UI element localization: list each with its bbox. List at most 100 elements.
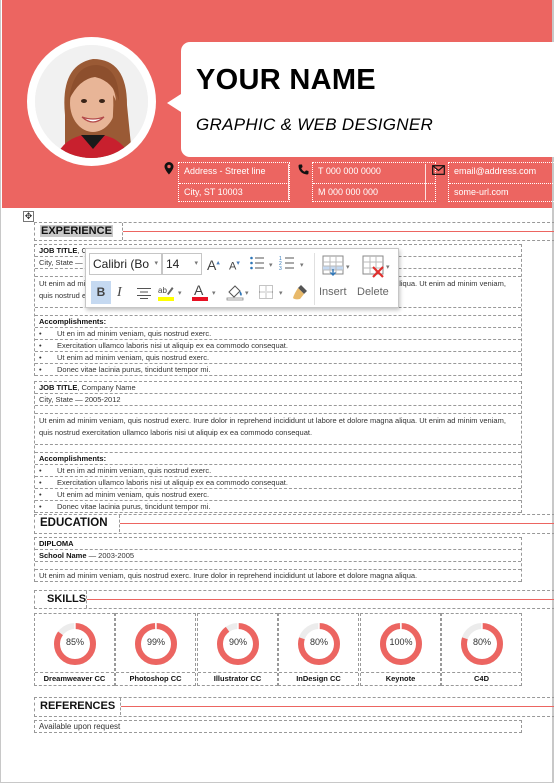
accomplishment-item[interactable]: • Ut en im ad minim veniam, quis nostrud … bbox=[35, 328, 521, 340]
accomplishment-item[interactable]: • Exercitation ullamco laboris nisi ut al… bbox=[35, 477, 521, 489]
chevron-down-icon[interactable]: ▾ bbox=[245, 289, 249, 297]
accomplishment-text: Ut en im ad minim veniam, quis nostrud e… bbox=[57, 329, 212, 338]
education-heading[interactable]: EDUCATION bbox=[35, 515, 120, 532]
degree: DIPLOMA bbox=[39, 539, 74, 548]
email-box[interactable]: email@address.com some-url.com bbox=[448, 162, 554, 202]
font-name-dropdown[interactable]: Calibri (Bo ▾ bbox=[89, 253, 162, 275]
bold-button[interactable]: B bbox=[91, 281, 111, 304]
skill-name[interactable]: C4D bbox=[442, 672, 521, 685]
spacer-row bbox=[35, 562, 521, 570]
italic-button[interactable]: I bbox=[117, 285, 122, 301]
skill-percent-label: 99% bbox=[146, 637, 165, 647]
education-heading-row: EDUCATION bbox=[34, 514, 554, 534]
grow-font-icon[interactable]: A▴ bbox=[207, 257, 220, 273]
job-title: JOB TITLE bbox=[39, 383, 78, 392]
address-line-2[interactable]: City, ST 10003 bbox=[179, 183, 289, 203]
skill-name[interactable]: InDesign CC bbox=[279, 672, 358, 685]
education-entry: DIPLOMA School Name — 2003-2005 Ut enim … bbox=[34, 537, 522, 582]
map-pin-icon bbox=[164, 162, 178, 176]
address-box[interactable]: Address - Street line City, ST 10003 bbox=[178, 162, 290, 202]
spacer-row bbox=[35, 445, 521, 453]
chevron-down-icon: ▾ bbox=[154, 260, 158, 267]
accomplishment-item[interactable]: • Ut enim ad minim veniam, quis nostrud e… bbox=[35, 489, 521, 501]
company-name: , Company Name bbox=[77, 383, 136, 392]
email-address[interactable]: email@address.com bbox=[449, 163, 554, 183]
accomplishment-item[interactable]: • Ut en im ad minim veniam, quis nostrud … bbox=[35, 465, 521, 477]
skill-card[interactable]: 90% Illustrator CC bbox=[197, 613, 278, 686]
svg-text:ab: ab bbox=[158, 286, 167, 295]
skill-name[interactable]: Photoshop CC bbox=[116, 672, 195, 685]
donut-notch bbox=[237, 622, 239, 630]
header-banner: YOUR NAME GRAPHIC & WEB DESIGNER Address… bbox=[2, 0, 554, 208]
accomplishment-item[interactable]: • Exercitation ullamco laboris nisi ut al… bbox=[35, 340, 521, 352]
accomplishments-label[interactable]: Accomplishments: bbox=[35, 453, 521, 465]
job-title: JOB TITLE bbox=[39, 246, 78, 255]
phone-telephone[interactable]: T 000 000 0000 bbox=[313, 163, 435, 183]
degree-row[interactable]: DIPLOMA bbox=[35, 538, 521, 550]
borders-icon[interactable] bbox=[259, 285, 273, 302]
font-size-dropdown[interactable]: 14 ▾ bbox=[162, 253, 202, 275]
experience-heading-row: EXPERIENCE bbox=[34, 222, 554, 241]
chevron-down-icon[interactable]: ▾ bbox=[300, 261, 304, 269]
accomplishment-item[interactable]: • Donec vitae lacinia purus, tincidunt te… bbox=[35, 501, 521, 513]
delete-table-icon[interactable] bbox=[362, 255, 386, 282]
job-role[interactable]: GRAPHIC & WEB DESIGNER bbox=[196, 115, 433, 135]
format-painter-icon[interactable] bbox=[291, 283, 309, 304]
shrink-font-icon[interactable]: A▾ bbox=[229, 259, 240, 273]
shading-icon[interactable] bbox=[226, 283, 244, 304]
references-heading[interactable]: REFERENCES bbox=[35, 698, 121, 715]
chevron-down-icon[interactable]: ▾ bbox=[279, 289, 283, 297]
job-title-row[interactable]: JOB TITLE, Company Name bbox=[35, 382, 521, 394]
skill-card[interactable]: 85% Dreamweaver CC bbox=[34, 613, 115, 686]
font-color-icon[interactable]: A bbox=[192, 282, 208, 305]
accomplishments-heading: Accomplishments: bbox=[39, 317, 107, 326]
job-description[interactable]: Ut enim ad minim veniam, quis nostrud ex… bbox=[35, 414, 521, 445]
references-text[interactable]: Available upon request bbox=[35, 721, 521, 732]
skill-card[interactable]: 99% Photoshop CC bbox=[115, 613, 196, 686]
spacer-row bbox=[35, 406, 521, 414]
chevron-down-icon[interactable]: ▾ bbox=[386, 263, 390, 271]
school-row[interactable]: School Name — 2003-2005 bbox=[35, 550, 521, 562]
skill-name[interactable]: Illustrator CC bbox=[198, 672, 277, 685]
contact-address: Address - Street line City, ST 10003 bbox=[164, 162, 294, 202]
table-move-handle-icon[interactable]: ✥ bbox=[23, 211, 34, 222]
bullet-icon: • bbox=[39, 502, 42, 511]
accomplishment-item[interactable]: • Ut enim ad minim veniam, quis nostrud e… bbox=[35, 352, 521, 364]
accomplishments-label[interactable]: Accomplishments: bbox=[35, 316, 521, 328]
delete-button[interactable]: Delete bbox=[357, 286, 389, 298]
chevron-down-icon[interactable]: ▾ bbox=[178, 289, 182, 297]
education-description[interactable]: Ut enim ad minim veniam, quis nostrud ex… bbox=[35, 570, 521, 582]
skill-percent-label: 100% bbox=[389, 637, 413, 647]
full-name[interactable]: YOUR NAME bbox=[196, 64, 376, 97]
skill-name[interactable]: Dreamweaver CC bbox=[35, 672, 114, 685]
website-url[interactable]: some-url.com bbox=[449, 183, 554, 203]
skills-heading[interactable]: SKILLS bbox=[35, 591, 87, 608]
references-heading-row: REFERENCES bbox=[34, 697, 554, 717]
highlight-color-icon[interactable]: ab bbox=[158, 284, 174, 305]
accomplishment-text: Exercitation ullamco laboris nisi ut ali… bbox=[57, 341, 288, 350]
accomplishment-item[interactable]: • Donec vitae lacinia purus, tincidunt te… bbox=[35, 364, 521, 376]
bullets-icon[interactable] bbox=[249, 255, 265, 274]
skill-name[interactable]: Keynote bbox=[361, 672, 440, 685]
skill-card[interactable]: 100% Keynote bbox=[360, 613, 441, 686]
profile-photo[interactable] bbox=[35, 45, 148, 158]
skill-card[interactable]: 80% C4D bbox=[441, 613, 522, 686]
accomplishment-text: Exercitation ullamco laboris nisi ut ali… bbox=[57, 478, 288, 487]
bullet-icon: • bbox=[39, 341, 42, 350]
chevron-down-icon[interactable]: ▾ bbox=[346, 263, 350, 271]
chevron-down-icon[interactable]: ▾ bbox=[212, 289, 216, 297]
numbering-icon[interactable]: 123 bbox=[279, 255, 295, 274]
job-location[interactable]: City, State — 2005-2012 bbox=[35, 394, 521, 406]
chevron-down-icon[interactable]: ▾ bbox=[269, 261, 273, 269]
address-line-1[interactable]: Address - Street line bbox=[179, 163, 289, 183]
align-center-icon[interactable] bbox=[137, 287, 151, 302]
donut-notch bbox=[155, 622, 157, 630]
experience-heading[interactable]: EXPERIENCE bbox=[35, 223, 123, 240]
accomplishment-text: Donec vitae lacinia purus, tincidunt tem… bbox=[57, 502, 211, 511]
insert-table-icon[interactable] bbox=[322, 255, 344, 280]
phone-box[interactable]: T 000 000 0000 M 000 000 000 bbox=[312, 162, 436, 202]
insert-button[interactable]: Insert bbox=[319, 286, 347, 298]
skill-card[interactable]: 80% InDesign CC bbox=[278, 613, 359, 686]
phone-mobile[interactable]: M 000 000 000 bbox=[313, 183, 435, 203]
experience-entry: JOB TITLE, Company Name City, State — 20… bbox=[34, 381, 522, 513]
